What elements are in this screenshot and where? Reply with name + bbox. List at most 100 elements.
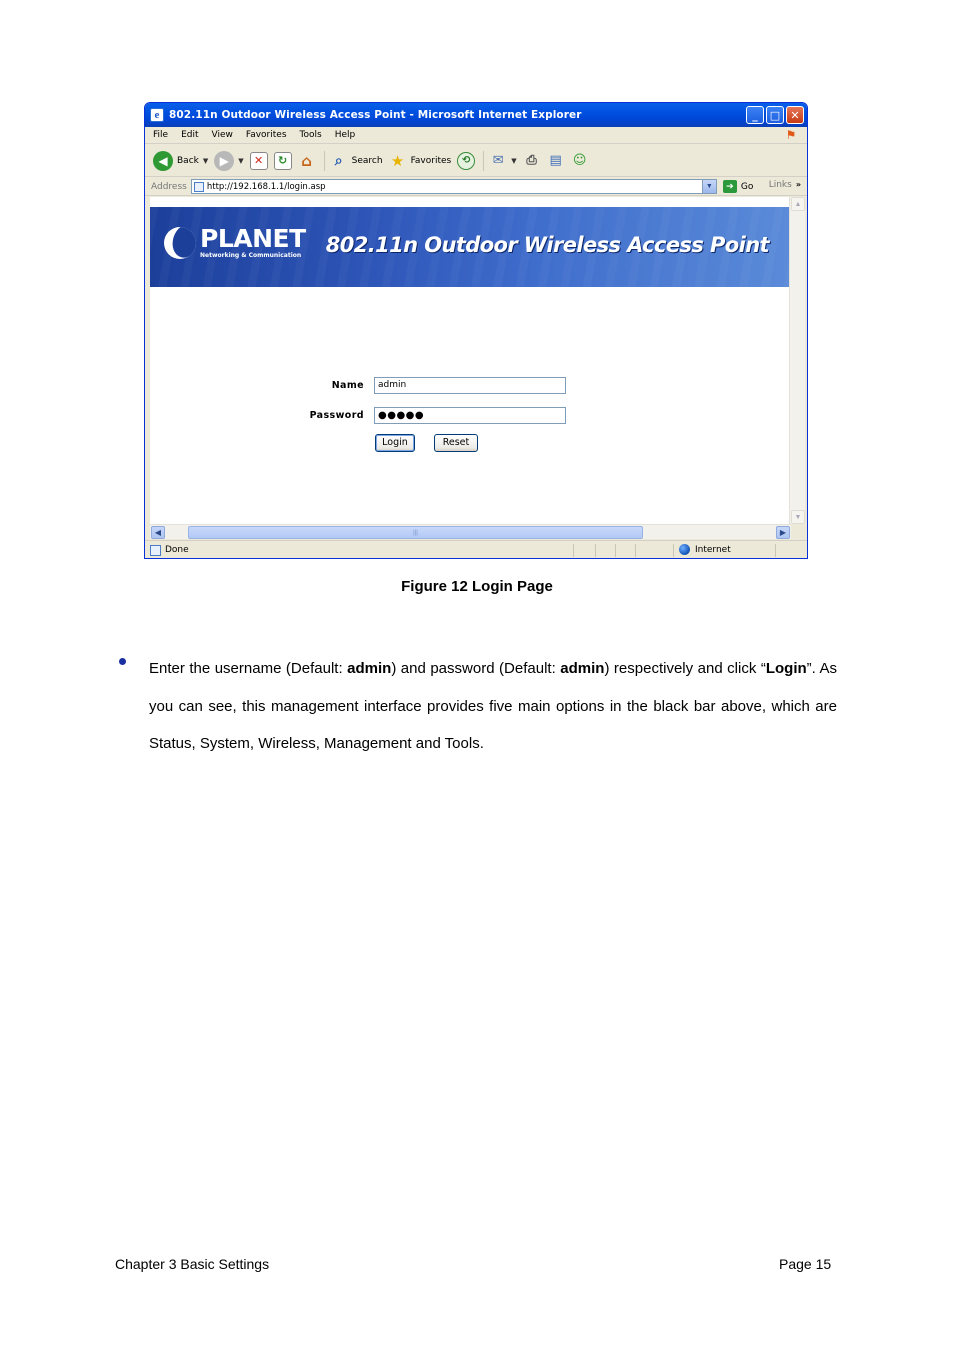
- forward-arrow-icon: ▶: [214, 150, 235, 171]
- menu-file[interactable]: File: [153, 130, 168, 140]
- reset-button[interactable]: Reset: [434, 434, 478, 452]
- status-divider: [775, 544, 776, 557]
- planet-logo: PLANET Networking & Communication: [164, 224, 306, 259]
- forward-button[interactable]: ▶ ▼: [214, 150, 244, 171]
- links-label: Links: [768, 180, 792, 190]
- history-button[interactable]: ⟲: [457, 151, 476, 170]
- back-label: Back: [177, 155, 199, 166]
- messenger-button[interactable]: ☺: [571, 152, 589, 170]
- page-viewport: PLANET Networking & Communication 802.11…: [150, 197, 789, 524]
- search-icon: ⌕: [334, 152, 343, 169]
- stop-icon: ✕: [249, 151, 268, 170]
- status-divider: [635, 544, 636, 557]
- edit-icon: ▤: [549, 153, 562, 168]
- vertical-scrollbar[interactable]: ▲ ▼: [789, 197, 805, 524]
- planet-globe-icon: [164, 227, 196, 259]
- search-button[interactable]: ⌕ Search: [330, 152, 383, 170]
- planet-logo-text: PLANET Networking & Communication: [200, 224, 306, 259]
- edit-button[interactable]: ▤: [547, 152, 565, 170]
- para-text: Enter the username (Default:: [149, 660, 348, 677]
- login-button[interactable]: Login: [375, 434, 415, 452]
- minimize-icon[interactable]: _: [746, 106, 764, 124]
- para-bold-login: Login: [765, 660, 807, 677]
- chevron-right-icon: »: [795, 180, 801, 189]
- stop-button[interactable]: ✕: [249, 151, 268, 170]
- password-input[interactable]: ●●●●●: [374, 407, 566, 424]
- status-divider: [595, 544, 596, 557]
- password-label: Password: [309, 410, 364, 421]
- bullet-icon: [119, 658, 126, 665]
- home-button[interactable]: ⌂: [298, 152, 316, 170]
- history-icon: ⟲: [457, 151, 476, 170]
- back-button[interactable]: ◀ Back ▼: [153, 150, 208, 171]
- status-bar: Done Internet: [145, 540, 807, 558]
- close-icon[interactable]: ✕: [786, 106, 804, 124]
- address-url: http://192.168.1.1/login.asp: [206, 181, 326, 192]
- menu-help[interactable]: Help: [335, 130, 356, 140]
- button-row: Login Reset: [150, 434, 789, 452]
- security-zone: Internet: [679, 544, 731, 555]
- name-input[interactable]: admin: [374, 377, 566, 394]
- para-text: ) respectively and click “: [604, 660, 766, 677]
- maximize-icon[interactable]: □: [766, 106, 784, 124]
- scroll-thumb[interactable]: |||: [188, 526, 643, 539]
- toolbar: ◀ Back ▼ ▶ ▼ ✕ ↻ ⌂ ⌕ Search ★ Favorites …: [145, 145, 807, 177]
- scroll-right-icon[interactable]: ▶: [776, 526, 790, 539]
- address-input[interactable]: http://192.168.1.1/login.asp ▼: [190, 179, 717, 194]
- menu-tools[interactable]: Tools: [300, 130, 322, 140]
- brand-name: PLANET: [200, 224, 306, 253]
- brand-tagline: Networking & Communication: [200, 252, 302, 259]
- refresh-icon: ↻: [273, 151, 292, 170]
- address-label: Address: [151, 181, 187, 192]
- name-row: Name admin: [150, 377, 789, 395]
- toolbar-divider: [483, 150, 485, 171]
- scroll-up-icon[interactable]: ▲: [791, 197, 805, 211]
- print-button[interactable]: ⎙: [523, 152, 541, 170]
- toolbar-divider: [323, 150, 325, 171]
- windows-flag-icon: ⚑: [785, 128, 797, 142]
- horizontal-scrollbar[interactable]: ◀ ||| ▶: [150, 524, 791, 539]
- para-bold-password: admin: [560, 660, 605, 677]
- page-icon: [193, 181, 204, 192]
- status-divider: [573, 544, 574, 557]
- figure-caption: Figure 12 Login Page: [401, 578, 553, 595]
- status-divider: [615, 544, 616, 557]
- scroll-left-icon[interactable]: ◀: [151, 526, 165, 539]
- links-button[interactable]: Links»: [769, 180, 801, 190]
- favorites-label: Favorites: [410, 155, 452, 166]
- chevron-down-icon[interactable]: ▼: [701, 180, 716, 193]
- mail-button[interactable]: ✉ ▼: [489, 152, 517, 170]
- menu-favorites[interactable]: Favorites: [246, 130, 287, 140]
- dropdown-arrow-icon[interactable]: ▼: [238, 157, 243, 165]
- back-arrow-icon: ◀: [153, 150, 173, 171]
- refresh-button[interactable]: ↻: [273, 151, 292, 170]
- search-label: Search: [351, 155, 383, 166]
- status-divider: [673, 544, 674, 557]
- menu-bar: File Edit View Favorites Tools Help ⚑: [145, 127, 807, 144]
- dropdown-arrow-icon[interactable]: ▼: [203, 157, 208, 165]
- browser-window: e 802.11n Outdoor Wireless Access Point …: [144, 102, 808, 559]
- planet-banner: PLANET Networking & Communication 802.11…: [150, 207, 789, 287]
- favorites-button[interactable]: ★ Favorites: [389, 152, 452, 170]
- window-title: 802.11n Outdoor Wireless Access Point - …: [169, 109, 582, 121]
- go-button[interactable]: ➔ Go: [722, 180, 754, 193]
- scroll-down-icon[interactable]: ▼: [791, 510, 805, 524]
- banner-title: 802.11n Outdoor Wireless Access Point: [325, 233, 770, 257]
- printer-icon: ⎙: [526, 153, 537, 168]
- status-text: Done: [165, 545, 189, 555]
- title-bar[interactable]: e 802.11n Outdoor Wireless Access Point …: [145, 103, 807, 127]
- menu-edit[interactable]: Edit: [181, 130, 198, 140]
- footer-page-number: Page 15: [779, 1256, 832, 1272]
- ie-icon: e: [150, 108, 164, 122]
- page-done-icon: [150, 544, 161, 556]
- menu-view[interactable]: View: [212, 130, 233, 140]
- dropdown-arrow-icon[interactable]: ▼: [511, 157, 516, 165]
- zone-label: Internet: [695, 544, 731, 555]
- para-bold-username: admin: [347, 660, 392, 677]
- instruction-paragraph: Enter the username (Default: admin) and …: [149, 650, 837, 763]
- home-icon: ⌂: [301, 151, 313, 170]
- globe-icon: [679, 544, 690, 555]
- name-label: Name: [331, 380, 364, 391]
- go-label: Go: [740, 181, 754, 192]
- window-controls: _ □ ✕: [746, 106, 804, 124]
